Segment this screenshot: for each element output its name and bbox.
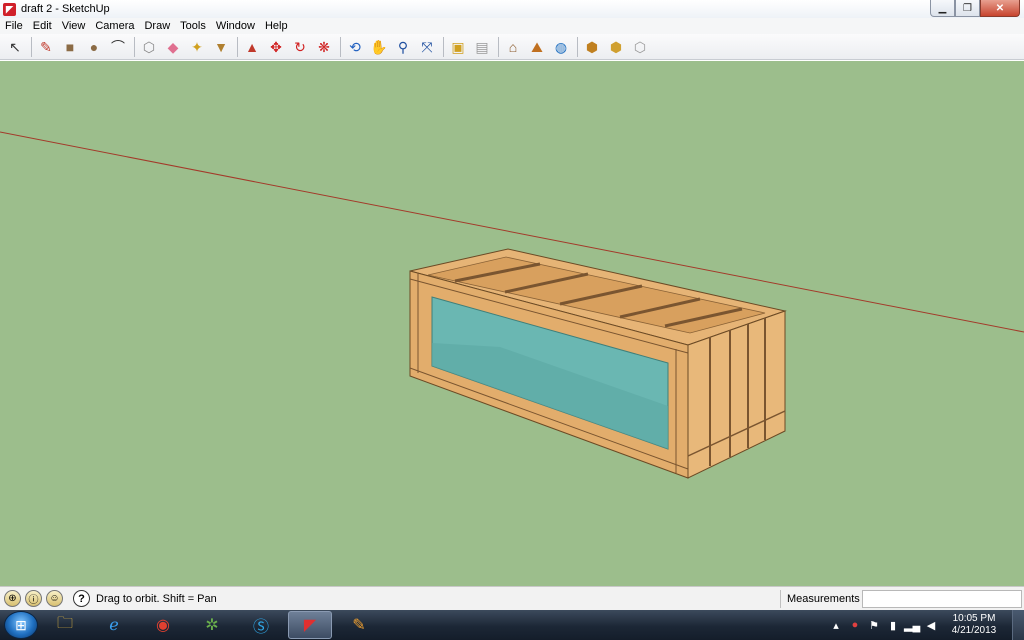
menu-window[interactable]: Window (211, 20, 260, 32)
clock-date: 4/21/2013 (951, 625, 997, 636)
system-tray: ▴ ● ⚑ ▮ ▂▄ ◀ 10:05 PM 4/21/2013 (828, 610, 1024, 640)
status-text: Drag to orbit. Shift = Pan (96, 592, 217, 605)
menu-tools[interactable]: Tools (175, 20, 211, 32)
tape-measure-icon[interactable]: ✦ (186, 36, 208, 58)
aquarium-stand-model[interactable] (409, 248, 787, 479)
antivirus-icon[interactable]: ● (847, 619, 863, 631)
toggle-terrain-icon[interactable]: ⛰ (526, 36, 548, 58)
push-pull-icon[interactable]: ▲ (241, 36, 263, 58)
toolbar-separator (237, 36, 238, 57)
menu-bar: File Edit View Camera Draw Tools Window … (0, 18, 1024, 34)
show-hidden-icons-icon[interactable]: ▴ (828, 619, 844, 632)
chrome-icon[interactable]: ◉ (141, 611, 185, 639)
model-viewport[interactable] (0, 61, 1024, 586)
toolbar-separator (577, 36, 578, 57)
zoom-extents-icon[interactable]: ⤧ (416, 36, 438, 58)
menu-draw[interactable]: Draw (139, 20, 175, 32)
toolbar-separator (31, 36, 32, 57)
offset-tool-icon[interactable]: ❋ (313, 36, 335, 58)
sketchup-app-icon[interactable]: ◤ (3, 2, 16, 16)
get-models-icon[interactable]: ⬢ (581, 36, 603, 58)
rectangle-tool-icon[interactable]: ■ (59, 36, 81, 58)
share-component-icon[interactable]: ⬡ (629, 36, 651, 58)
minimize-button[interactable]: ▁ (930, 0, 955, 17)
window-title: draft 2 - SketchUp (21, 3, 110, 15)
circle-tool-icon[interactable]: ● (83, 36, 105, 58)
windows-taskbar: ⊞ 🗀 ℯ ◉ ✲ Ⓢ ◤ ✎ ▴ ● ⚑ ▮ ▂▄ ◀ 10:05 PM 4/21/201… (0, 610, 1024, 640)
menu-edit[interactable]: Edit (28, 20, 57, 32)
start-button[interactable]: ⊞ (4, 611, 38, 639)
zoom-tool-icon[interactable]: ⚲ (392, 36, 414, 58)
internet-explorer-icon[interactable]: ℯ (92, 611, 136, 639)
close-button[interactable]: ✕ (980, 0, 1020, 17)
clock[interactable]: 10:05 PM 4/21/2013 (942, 613, 1006, 637)
main-toolbar: ↖ ✎ ■ ● ⌒ ⬡ ◆ ✦ ▼ ▲ ✥ ↻ ❋ ⟲ ✋ ⚲ ⤧ ▣ ▤ ⌂ ⛰ ◍ ⬢ ⬢ ⬡ (0, 34, 1024, 60)
eraser-tool-icon[interactable]: ◆ (162, 36, 184, 58)
status-bar: ⊕ ⓘ ☺ ? Drag to orbit. Shift = Pan Measu… (0, 586, 1024, 610)
toolbar-separator (134, 36, 135, 57)
move-tool-icon[interactable]: ✥ (265, 36, 287, 58)
pencil-tool-icon[interactable]: ✎ (35, 36, 57, 58)
select-tool-icon[interactable]: ↖ (4, 36, 26, 58)
toolbar-separator (340, 36, 341, 57)
measurements-label: Measurements (780, 590, 860, 608)
skype-icon[interactable]: Ⓢ (239, 611, 283, 639)
action-center-flag-icon[interactable]: ⚑ (866, 619, 882, 632)
menu-file[interactable]: File (0, 20, 28, 32)
title-bar: ◤ draft 2 - SketchUp ▁ ❐ ✕ (0, 0, 1024, 18)
previous-view-icon[interactable]: ▣ (447, 36, 469, 58)
window-controls: ▁ ❐ ✕ (930, 0, 1020, 17)
menu-camera[interactable]: Camera (90, 20, 139, 32)
battery-icon[interactable]: ▮ (885, 619, 901, 632)
volume-icon[interactable]: ◀ (923, 619, 939, 632)
clock-time: 10:05 PM (952, 613, 996, 624)
measurements-input[interactable] (862, 590, 1022, 608)
sketchup-taskbar-icon[interactable]: ◤ (288, 611, 332, 639)
share-model-icon[interactable]: ⬢ (605, 36, 627, 58)
instructor-help-icon[interactable]: ? (73, 590, 90, 607)
rotate-tool-icon[interactable]: ↻ (289, 36, 311, 58)
geo-location-icon[interactable]: ⊕ (4, 590, 21, 607)
paint-app-icon[interactable]: ✎ (337, 611, 381, 639)
menu-help[interactable]: Help (260, 20, 293, 32)
paint-bucket-icon[interactable]: ▼ (210, 36, 232, 58)
media-app-icon[interactable]: ✲ (190, 611, 234, 639)
file-explorer-icon[interactable]: 🗀 (43, 611, 87, 639)
show-desktop-button[interactable] (1012, 610, 1024, 640)
maximize-button[interactable]: ❐ (955, 0, 980, 17)
network-icon[interactable]: ▂▄ (904, 619, 920, 632)
pan-tool-icon[interactable]: ✋ (368, 36, 390, 58)
next-view-icon[interactable]: ▤ (471, 36, 493, 58)
google-earth-icon[interactable]: ◍ (550, 36, 572, 58)
orbit-tool-icon[interactable]: ⟲ (344, 36, 366, 58)
user-icon[interactable]: ☺ (46, 590, 63, 607)
add-location-icon[interactable]: ⌂ (502, 36, 524, 58)
toolbar-separator (498, 36, 499, 57)
make-component-icon[interactable]: ⬡ (138, 36, 160, 58)
menu-view[interactable]: View (57, 20, 91, 32)
toolbar-separator (443, 36, 444, 57)
arc-tool-icon[interactable]: ⌒ (107, 36, 129, 58)
credits-icon[interactable]: ⓘ (25, 590, 42, 607)
scene-canvas[interactable] (0, 61, 1024, 586)
